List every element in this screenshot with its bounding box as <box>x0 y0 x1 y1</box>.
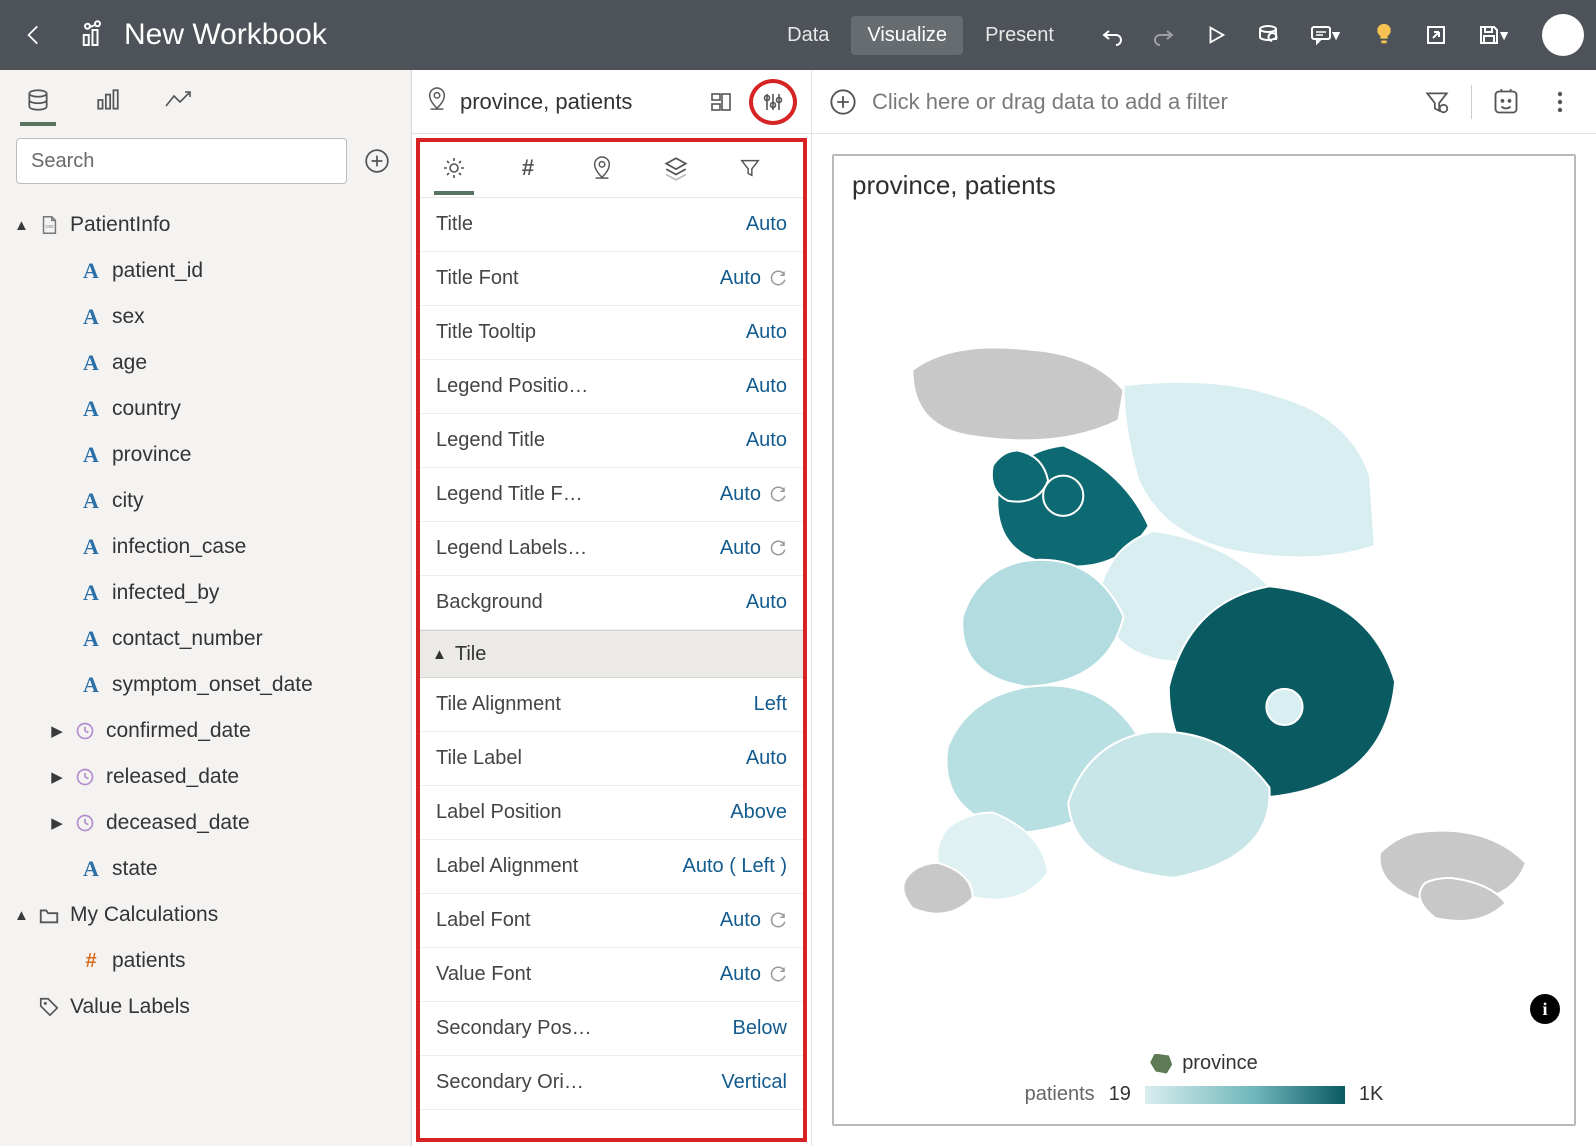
location-icon <box>426 86 450 117</box>
analytics-tab[interactable] <box>160 78 196 126</box>
field-infected_by[interactable]: Ainfected_by <box>10 570 403 616</box>
avatar[interactable] <box>1542 14 1584 56</box>
field-released_date[interactable]: ▶released_date <box>10 754 403 800</box>
undo-button[interactable] <box>1090 13 1134 57</box>
legend: province patients 19 1K <box>852 1052 1556 1110</box>
prop-background[interactable]: BackgroundAuto <box>420 576 803 630</box>
workbook-icon <box>80 20 110 50</box>
field-city[interactable]: Acity <box>10 478 403 524</box>
prop-label-font[interactable]: Label FontAuto <box>420 894 803 948</box>
map-props-tab[interactable] <box>582 145 622 195</box>
legend-max: 1K <box>1359 1083 1383 1106</box>
redo-button <box>1142 13 1186 57</box>
prop-legend-title-f-[interactable]: Legend Title F…Auto <box>420 468 803 522</box>
mode-present[interactable]: Present <box>969 16 1070 55</box>
field-patients[interactable]: #patients <box>10 938 403 984</box>
prop-title-font[interactable]: Title FontAuto <box>420 252 803 306</box>
my-calculations-node[interactable]: ▲My Calculations <box>10 892 403 938</box>
values-props-tab[interactable]: # <box>508 145 548 195</box>
prop-secondary-ori-[interactable]: Secondary Ori…Vertical <box>420 1056 803 1110</box>
assignments-button[interactable] <box>701 82 741 122</box>
field-infection_case[interactable]: Ainfection_case <box>10 524 403 570</box>
field-contact_number[interactable]: Acontact_number <box>10 616 403 662</box>
save-button[interactable]: ▼ <box>1466 13 1522 57</box>
filter-props-tab[interactable] <box>730 145 770 195</box>
legend-min: 19 <box>1109 1083 1131 1106</box>
legend-gradient <box>1145 1086 1345 1104</box>
value-labels-node[interactable]: Value Labels <box>10 984 403 1030</box>
play-button[interactable] <box>1194 13 1238 57</box>
prop-tile-label[interactable]: Tile LabelAuto <box>420 732 803 786</box>
field-confirmed_date[interactable]: ▶confirmed_date <box>10 708 403 754</box>
auto-insights-button[interactable] <box>1486 82 1526 122</box>
add-dataset-button[interactable] <box>359 143 395 179</box>
info-icon[interactable]: i <box>1530 994 1560 1024</box>
prop-title[interactable]: TitleAuto <box>420 198 803 252</box>
search-input[interactable] <box>16 138 347 184</box>
workbook-title: New Workbook <box>124 18 327 52</box>
prop-title-tooltip[interactable]: Title TooltipAuto <box>420 306 803 360</box>
mode-data[interactable]: Data <box>771 16 845 55</box>
layers-props-tab[interactable] <box>656 145 696 195</box>
add-filter-button[interactable] <box>828 87 858 117</box>
prop-tile-alignment[interactable]: Tile AlignmentLeft <box>420 678 803 732</box>
export-button[interactable] <box>1414 13 1458 57</box>
field-province[interactable]: Aprovince <box>10 432 403 478</box>
properties-button-highlight <box>749 79 797 125</box>
back-button[interactable] <box>12 13 56 57</box>
legend-category-label: province <box>1182 1052 1258 1075</box>
map-chart[interactable] <box>852 211 1556 1052</box>
mode-visualize[interactable]: Visualize <box>851 16 963 55</box>
field-symptom_onset_date[interactable]: Asymptom_onset_date <box>10 662 403 708</box>
field-patient_id[interactable]: Apatient_id <box>10 248 403 294</box>
prop-legend-title[interactable]: Legend TitleAuto <box>420 414 803 468</box>
canvas-menu-button[interactable] <box>1540 82 1580 122</box>
divider <box>1471 85 1472 119</box>
field-state[interactable]: Astate <box>10 846 403 892</box>
viz-title: province, patients <box>852 170 1556 201</box>
properties-panel-highlight: # TitleAutoTitle FontAutoTitle TooltipAu… <box>416 138 807 1142</box>
prop-value-font[interactable]: Value FontAuto <box>420 948 803 1002</box>
section-tile[interactable]: ▲Tile <box>420 630 803 678</box>
prop-label-alignment[interactable]: Label AlignmentAuto ( Left ) <box>420 840 803 894</box>
prop-secondary-pos-[interactable]: Secondary Pos…Below <box>420 1002 803 1056</box>
filter-placeholder[interactable]: Click here or drag data to add a filter <box>872 89 1403 115</box>
dataset-node[interactable]: ▲csvPatientInfo <box>10 202 403 248</box>
comment-button[interactable]: ▼ <box>1298 13 1354 57</box>
prop-legend-positio-[interactable]: Legend Positio…Auto <box>420 360 803 414</box>
prop-legend-labels-[interactable]: Legend Labels…Auto <box>420 522 803 576</box>
legend-measure-label: patients <box>1025 1083 1095 1106</box>
field-age[interactable]: Aage <box>10 340 403 386</box>
visualization-tile[interactable]: province, patients <box>832 154 1576 1126</box>
insights-button[interactable] <box>1362 13 1406 57</box>
field-sex[interactable]: Asex <box>10 294 403 340</box>
province-swatch <box>1150 1054 1172 1074</box>
field-country[interactable]: Acountry <box>10 386 403 432</box>
visualizations-tab[interactable] <box>90 78 126 126</box>
filter-settings-button[interactable] <box>1417 82 1457 122</box>
data-tab[interactable] <box>20 78 56 126</box>
prop-label-position[interactable]: Label PositionAbove <box>420 786 803 840</box>
grammar-title: province, patients <box>460 89 691 115</box>
field-deceased_date[interactable]: ▶deceased_date <box>10 800 403 846</box>
svg-text:csv: csv <box>45 224 54 230</box>
properties-button[interactable] <box>761 90 785 114</box>
refresh-data-button[interactable] <box>1246 13 1290 57</box>
general-props-tab[interactable] <box>434 145 474 195</box>
